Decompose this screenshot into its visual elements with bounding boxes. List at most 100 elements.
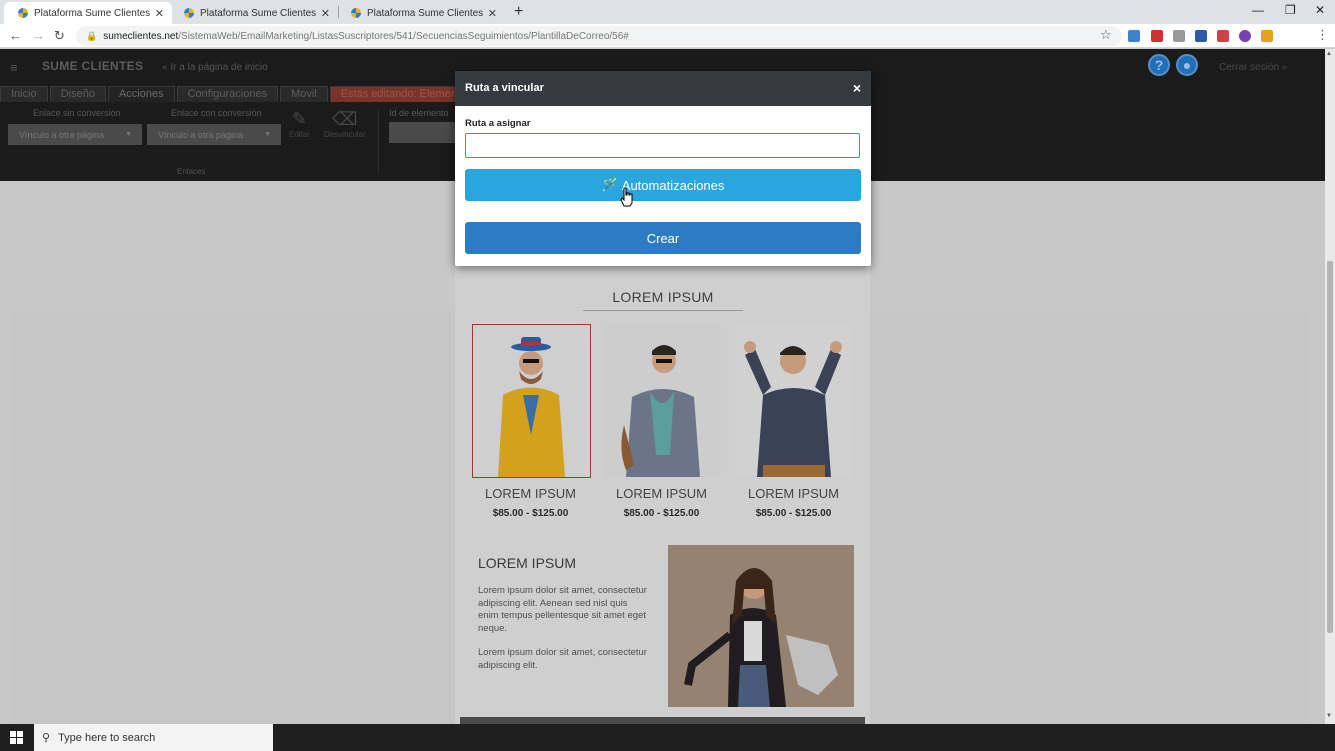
new-tab-icon[interactable]: + (514, 3, 523, 21)
windows-taskbar: ⚲ Type here to search (0, 724, 1335, 751)
product-price-1[interactable]: $85.00 - $125.00 (472, 508, 589, 519)
browser-tab-strip: Plataforma Sume Clientes ✕ Plataforma Su… (0, 0, 1335, 24)
link-conversion-label: Enlace con conversión (171, 108, 262, 118)
product-image-2[interactable] (604, 325, 721, 477)
browser-tab-3[interactable]: Plataforma Sume Clientes ✕ (337, 2, 505, 24)
caret-down-icon: ▼ (264, 131, 271, 138)
help-icon[interactable]: ? (1148, 54, 1170, 76)
article-title[interactable]: LOREM IPSUM (478, 555, 576, 571)
section-title[interactable]: LOREM IPSUM (583, 289, 743, 311)
browser-tab-title: Plataforma Sume Clientes (367, 7, 484, 19)
scroll-down-icon[interactable]: ▼ (1326, 713, 1332, 719)
close-tab-icon[interactable]: ✕ (155, 7, 164, 20)
restore-icon[interactable]: ❐ (1285, 3, 1296, 17)
url-host: sumeclientes.net (103, 30, 179, 42)
taskbar-search[interactable]: ⚲ Type here to search (34, 724, 273, 751)
create-label: Crear (646, 230, 680, 246)
extension-icon[interactable] (1151, 30, 1163, 42)
element-id-label: Id de elemento (389, 108, 449, 118)
extension-icon[interactable] (1239, 30, 1251, 42)
address-bar-row: ← → ↻ 🔒 sumeclientes.net/SistemaWeb/Emai… (0, 24, 1335, 48)
modal-header: Ruta a vincular × (455, 71, 871, 106)
product-image-3[interactable] (735, 325, 852, 477)
tab-diseno[interactable]: Diseño (49, 86, 106, 102)
url-field[interactable]: 🔒 sumeclientes.net/SistemaWeb/EmailMarke… (76, 26, 1122, 46)
taskbar-search-placeholder: Type here to search (58, 731, 156, 744)
eraser-icon: ⌫ (332, 109, 358, 129)
close-tab-icon[interactable]: ✕ (321, 7, 330, 20)
app-logo: SUME CLIENTES (42, 59, 144, 73)
article-image[interactable] (668, 545, 854, 707)
article-paragraph-1[interactable]: Lorem ipsum dolor sit amet, consectetur … (478, 585, 648, 635)
link-no-conversion-value: Vínculo a otra página (19, 129, 105, 140)
link-conversion-select[interactable]: Vínculo a otra página ▼ (147, 124, 281, 145)
browser-tab-2[interactable]: Plataforma Sume Clientes ✕ (170, 2, 338, 24)
back-arrow-icon[interactable]: ← (9, 28, 22, 43)
extension-icon[interactable] (1173, 30, 1185, 42)
product-name-2[interactable]: LOREM IPSUM (603, 486, 720, 501)
edit-label: Editar (289, 130, 310, 139)
automations-button[interactable]: 🪄 Automatizaciones (465, 169, 861, 201)
scroll-up-icon[interactable]: ▲ (1326, 51, 1332, 57)
hand-cursor-icon (620, 187, 633, 207)
link-conversion-value: Vínculo a otra página (158, 129, 244, 140)
toolbar-divider (378, 109, 379, 174)
modal-title: Ruta a vincular (465, 82, 544, 94)
product-price-3[interactable]: $85.00 - $125.00 (735, 508, 852, 519)
link-route-modal: Ruta a vincular × Ruta a asignar 🪄 Autom… (455, 71, 871, 266)
route-input[interactable] (465, 133, 860, 158)
canvas-bottom-bar (460, 717, 865, 724)
link-no-conversion-select[interactable]: Vínculo a otra página ▼ (8, 124, 142, 145)
search-icon: ⚲ (42, 732, 51, 744)
chat-icon[interactable]: ● (1176, 54, 1198, 76)
reload-icon[interactable]: ↻ (54, 28, 65, 44)
link-no-conversion-label: Enlace sin conversión (33, 108, 121, 118)
product-price-2[interactable]: $85.00 - $125.00 (603, 508, 720, 519)
favicon-icon (351, 8, 361, 18)
tab-movil[interactable]: Movil (280, 86, 328, 102)
close-window-icon[interactable]: ✕ (1315, 3, 1325, 17)
element-id-input[interactable] (389, 122, 457, 143)
close-tab-icon[interactable]: ✕ (488, 7, 497, 20)
windows-start-icon[interactable] (10, 731, 23, 744)
product-name-1[interactable]: LOREM IPSUM (472, 486, 589, 501)
extension-icon[interactable] (1195, 30, 1207, 42)
product-image-1[interactable] (472, 324, 591, 478)
tab-inicio[interactable]: Inicio (0, 86, 48, 102)
route-field-label: Ruta a asignar (465, 118, 531, 129)
browser-tab-title: Plataforma Sume Clientes (34, 7, 151, 19)
tab-acciones[interactable]: Acciones (107, 86, 175, 102)
article-paragraph-2[interactable]: Lorem ipsum dolor sit amet, consectetur … (478, 647, 648, 672)
menu-kebab-icon[interactable]: ⋮ (1316, 27, 1329, 43)
url-path: /SistemaWeb/EmailMarketing/ListasSuscrip… (178, 30, 629, 42)
product-name-3[interactable]: LOREM IPSUM (735, 486, 852, 501)
minimize-icon[interactable]: — (1252, 3, 1264, 17)
hamburger-icon[interactable]: ≡ (10, 60, 18, 75)
extension-icon[interactable] (1217, 30, 1229, 42)
editor-tabs: Inicio Diseño Acciones Configuraciones M… (0, 86, 489, 102)
tab-configuraciones[interactable]: Configuraciones (176, 86, 279, 102)
lock-icon: 🔒 (86, 30, 98, 41)
home-link[interactable]: « Ir a la página de inicio (162, 62, 268, 73)
close-icon[interactable]: × (853, 80, 861, 96)
extension-icon[interactable] (1261, 30, 1273, 42)
unlink-button[interactable]: ⌫ Desvincular (324, 109, 366, 139)
browser-tab-1[interactable]: Plataforma Sume Clientes ✕ (4, 2, 172, 24)
browser-tab-title: Plataforma Sume Clientes (200, 7, 317, 19)
extension-icon[interactable] (1128, 30, 1140, 42)
unlink-label: Desvincular (324, 130, 366, 139)
caret-down-icon: ▼ (125, 131, 132, 138)
logout-link[interactable]: Cerrar sesión » (1219, 62, 1287, 73)
create-button[interactable]: Crear (465, 222, 861, 254)
automations-label: Automatizaciones (621, 177, 725, 193)
edit-pencil-icon: ✎ (291, 109, 307, 129)
edit-button[interactable]: ✎ Editar (289, 109, 310, 139)
favicon-icon (184, 8, 194, 18)
forward-arrow-icon[interactable]: → (32, 28, 45, 43)
magic-wand-icon: 🪄 (601, 177, 618, 192)
links-group-label: Enlaces (177, 167, 206, 176)
scrollbar-thumb[interactable] (1327, 261, 1333, 633)
favicon-icon (18, 8, 28, 18)
bookmark-star-icon[interactable]: ☆ (1100, 27, 1112, 43)
page-scrollbar[interactable]: ▲ ▼ (1325, 49, 1335, 724)
